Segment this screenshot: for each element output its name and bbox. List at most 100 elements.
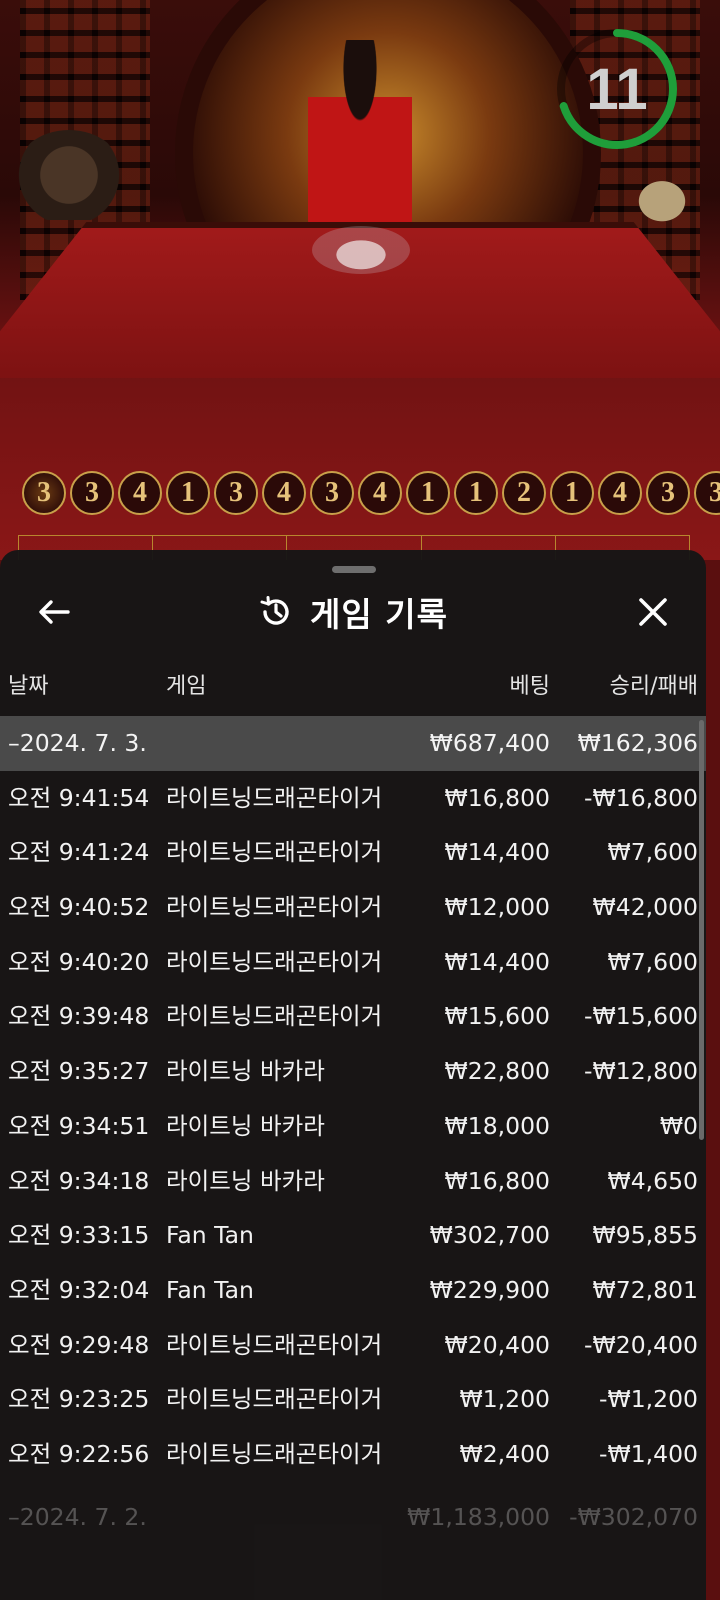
result-bead: 4	[358, 471, 402, 515]
list-scrollbar[interactable]	[699, 720, 704, 1140]
next-day-summary-row[interactable]: –2024. 7. 2. ₩1,183,000 -₩302,070	[0, 1490, 706, 1544]
day-summary-date: –2024. 7. 3.	[8, 729, 147, 757]
countdown-timer: 11	[556, 28, 678, 150]
close-button[interactable]	[632, 592, 674, 632]
row-win-loss: ₩7,600	[607, 838, 698, 867]
row-time: 오전 9:29:48	[8, 1330, 150, 1359]
countdown-value: 11	[586, 56, 648, 122]
row-bet: ₩16,800	[444, 1166, 550, 1195]
row-time: 오전 9:35:27	[8, 1057, 150, 1086]
sheet-title: 게임 기록	[310, 595, 448, 634]
live-video-feed: 11 33413434112143312	[0, 0, 720, 560]
row-game: Fan Tan	[166, 1221, 254, 1250]
bonsai-decoration	[14, 130, 124, 220]
result-bead: 3	[694, 471, 720, 515]
result-bead: 1	[406, 471, 450, 515]
history-row[interactable]: 오전 9:40:52 라이트닝드래곤타이거 ₩12,000 ₩42,000	[0, 880, 706, 935]
next-day-summary-bet: ₩1,183,000	[407, 1503, 550, 1531]
row-time: 오전 9:41:54	[8, 783, 150, 812]
column-header-game: 게임	[166, 674, 207, 699]
column-header-win-loss: 승리/패배	[609, 674, 698, 699]
history-row[interactable]: 오전 9:41:24 라이트닝드래곤타이거 ₩14,400 ₩7,600	[0, 825, 706, 880]
row-game: 라이트닝드래곤타이거	[166, 1002, 383, 1031]
result-bead: 1	[550, 471, 594, 515]
history-row[interactable]: 오전 9:22:56 라이트닝드래곤타이거 ₩2,400 -₩1,400	[0, 1427, 706, 1482]
result-bead: 1	[454, 471, 498, 515]
row-win-loss: ₩72,801	[592, 1275, 698, 1304]
row-time: 오전 9:40:20	[8, 947, 150, 976]
row-bet: ₩15,600	[444, 1002, 550, 1031]
result-bead: 3	[646, 471, 690, 515]
result-bead: 3	[70, 471, 114, 515]
row-game: 라이트닝 바카라	[166, 1166, 325, 1195]
row-win-loss: -₩16,800	[584, 783, 698, 812]
row-game: Fan Tan	[166, 1275, 254, 1304]
row-bet: ₩14,400	[444, 947, 550, 976]
history-row[interactable]: 오전 9:33:15 Fan Tan ₩302,700 ₩95,855	[0, 1208, 706, 1263]
day-summary-row[interactable]: –2024. 7. 3. ₩687,400 ₩162,306	[0, 716, 706, 771]
result-bead: 4	[118, 471, 162, 515]
row-bet: ₩16,800	[444, 783, 550, 812]
row-time: 오전 9:39:48	[8, 1002, 150, 1031]
row-win-loss: ₩95,855	[592, 1221, 698, 1250]
result-bead: 3	[214, 471, 258, 515]
row-game: 라이트닝드래곤타이거	[166, 947, 383, 976]
row-bet: ₩18,000	[444, 1111, 550, 1140]
history-row[interactable]: 오전 9:23:25 라이트닝드래곤타이거 ₩1,200 -₩1,200	[0, 1372, 706, 1427]
row-win-loss: ₩7,600	[607, 947, 698, 976]
dealer	[308, 40, 412, 230]
row-game: 라이트닝 바카라	[166, 1111, 325, 1140]
row-win-loss: -₩15,600	[584, 1002, 698, 1031]
row-bet: ₩22,800	[444, 1057, 550, 1086]
row-game: 라이트닝드래곤타이거	[166, 1439, 383, 1468]
history-list[interactable]: –2024. 7. 3. ₩687,400 ₩162,306 오전 9:41:5…	[0, 716, 706, 1496]
row-win-loss: -₩20,400	[584, 1330, 698, 1359]
result-bead: 4	[598, 471, 642, 515]
history-row[interactable]: 오전 9:39:48 라이트닝드래곤타이거 ₩15,600 -₩15,600	[0, 989, 706, 1044]
history-row[interactable]: 오전 9:34:51 라이트닝 바카라 ₩18,000 ₩0	[0, 1099, 706, 1154]
row-time: 오전 9:34:51	[8, 1111, 150, 1140]
row-bet: ₩1,200	[459, 1385, 550, 1414]
row-time: 오전 9:41:24	[8, 838, 150, 867]
result-bead: 4	[262, 471, 306, 515]
row-time: 오전 9:33:15	[8, 1221, 150, 1250]
row-win-loss: ₩4,650	[607, 1166, 698, 1195]
history-row[interactable]: 오전 9:35:27 라이트닝 바카라 ₩22,800 -₩12,800	[0, 1044, 706, 1099]
row-game: 라이트닝드래곤타이거	[166, 838, 383, 867]
result-bead: 2	[502, 471, 546, 515]
sheet-drag-handle[interactable]	[332, 566, 376, 573]
sheet-header: 게임 기록	[0, 578, 706, 644]
row-time: 오전 9:23:25	[8, 1385, 150, 1414]
row-win-loss: ₩0	[659, 1111, 698, 1140]
row-time: 오전 9:34:18	[8, 1166, 150, 1195]
result-bead: 3	[310, 471, 354, 515]
row-bet: ₩14,400	[444, 838, 550, 867]
row-win-loss: ₩42,000	[592, 893, 698, 922]
day-summary-win-loss: ₩162,306	[577, 729, 698, 757]
result-history-strip: 33413434112143312	[22, 471, 720, 519]
history-clock-icon	[260, 596, 289, 625]
row-win-loss: -₩1,200	[599, 1385, 698, 1414]
row-game: 라이트닝 바카라	[166, 1057, 325, 1086]
result-bead: 3	[22, 471, 66, 515]
history-row[interactable]: 오전 9:41:54 라이트닝드래곤타이거 ₩16,800 -₩16,800	[0, 771, 706, 826]
row-win-loss: -₩1,400	[599, 1439, 698, 1468]
row-bet: ₩2,400	[459, 1439, 550, 1468]
row-time: 오전 9:32:04	[8, 1275, 150, 1304]
history-row[interactable]: 오전 9:40:20 라이트닝드래곤타이거 ₩14,400 ₩7,600	[0, 935, 706, 990]
next-day-summary-date: –2024. 7. 2.	[8, 1503, 147, 1531]
glass-dome	[312, 226, 410, 274]
history-row[interactable]: 오전 9:32:04 Fan Tan ₩229,900 ₩72,801	[0, 1263, 706, 1318]
row-time: 오전 9:40:52	[8, 893, 150, 922]
day-summary-bet: ₩687,400	[429, 729, 550, 757]
row-bet: ₩20,400	[444, 1330, 550, 1359]
dragon-statue	[626, 170, 698, 222]
row-game: 라이트닝드래곤타이거	[166, 1385, 383, 1414]
row-game: 라이트닝드래곤타이거	[166, 783, 383, 812]
column-header-date: 날짜	[8, 674, 49, 699]
history-row[interactable]: 오전 9:29:48 라이트닝드래곤타이거 ₩20,400 -₩20,400	[0, 1318, 706, 1373]
column-headers: 날짜 게임 베팅 승리/패배	[0, 668, 706, 708]
close-icon	[639, 598, 667, 626]
result-bead: 1	[166, 471, 210, 515]
history-row[interactable]: 오전 9:34:18 라이트닝 바카라 ₩16,800 ₩4,650	[0, 1154, 706, 1209]
